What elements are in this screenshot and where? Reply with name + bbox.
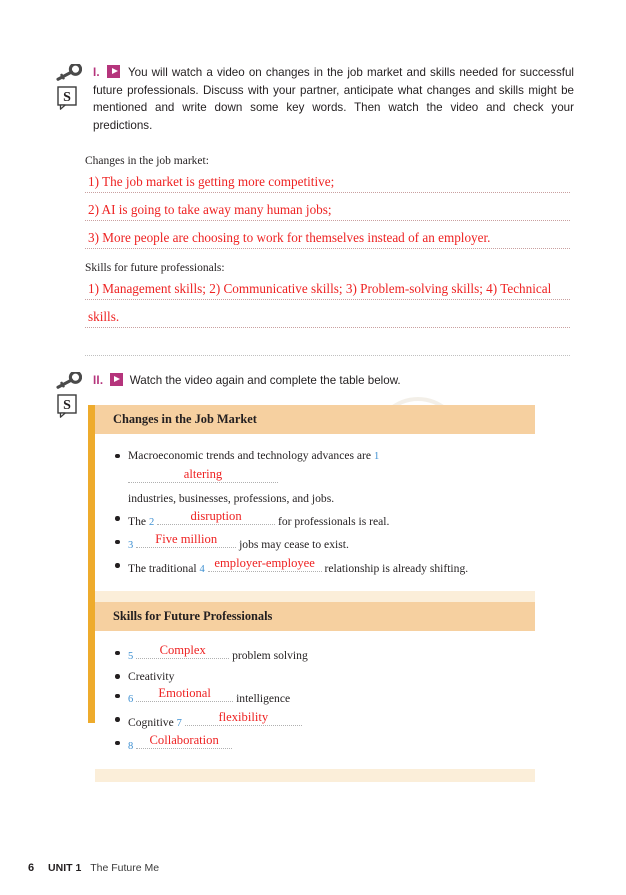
blank-answer: flexibility: [218, 709, 269, 724]
table-row: The traditional 4 employer-employee rela…: [113, 556, 521, 580]
fill-in-blank[interactable]: altering: [128, 467, 278, 483]
video-play-icon[interactable]: [109, 373, 123, 386]
row-post-text: for professionals is real.: [278, 514, 390, 528]
blank-number: 2: [148, 516, 155, 528]
blank-number: 7: [176, 717, 182, 729]
answer-text: 1) The job market is getting more compet…: [88, 174, 335, 189]
fill-in-blank[interactable]: Emotional: [136, 686, 234, 702]
section-2-icon-column: S: [56, 372, 86, 418]
section-1-instruction-block: I. You will watch a video on changes in …: [93, 64, 574, 134]
unit-label: UNIT 1: [48, 862, 82, 874]
blank-answer: Collaboration: [149, 733, 219, 747]
table-row: The 2 disruption for professionals is re…: [113, 509, 521, 533]
answer-text: skills.: [88, 309, 120, 324]
page-number: 6: [28, 862, 35, 874]
row-post-text: intelligence: [236, 692, 291, 705]
answer-row[interactable]: 1) The job market is getting more compet…: [85, 164, 570, 193]
section-1-instruction-text: You will watch a video on changes in the…: [93, 66, 574, 132]
row-pre-text: Cognitive: [128, 715, 174, 729]
fill-in-blank[interactable]: employer-employee: [207, 555, 322, 572]
blank-answer: altering: [183, 466, 223, 481]
video-play-icon[interactable]: [107, 65, 120, 78]
section-1-icon-column: S: [56, 64, 86, 110]
table-bottom-strip: [95, 768, 535, 782]
table-row: 5 Complex problem solving: [113, 643, 521, 667]
fill-in-blank[interactable]: Five million: [136, 532, 237, 548]
svg-text:S: S: [63, 90, 71, 105]
blank-answer: disruption: [190, 508, 242, 523]
table-row: Cognitive 7 flexibility: [113, 710, 521, 734]
key-icon: [56, 372, 82, 389]
row-post-text: problem solving: [232, 649, 308, 662]
answer-text: 1) Management skills; 2) Communicative s…: [88, 281, 552, 296]
table-block-body: Macroeconomic trends and technology adva…: [95, 434, 535, 591]
section-2-instruction-block: II. Watch the video again and complete t…: [93, 372, 574, 390]
fill-in-blank[interactable]: Collaboration: [136, 733, 233, 749]
blank-answer: Five million: [155, 532, 218, 546]
blank-number: 5: [128, 651, 134, 662]
blank-answer: Emotional: [158, 686, 211, 700]
blank-number: 4: [199, 563, 205, 575]
row-post-text: relationship is already shifting.: [324, 561, 469, 575]
row-post-text: jobs may cease to exist.: [239, 538, 349, 551]
section-2-instruction-text: Watch the video again and complete the t…: [129, 374, 401, 387]
answer-row[interactable]: [85, 327, 570, 356]
answer-text: 2) AI is going to take away many human j…: [88, 202, 332, 217]
fill-in-blank[interactable]: Complex: [136, 643, 230, 659]
table-block-header: Changes in the Job Market: [95, 405, 535, 434]
fill-in-blank[interactable]: disruption: [157, 508, 276, 525]
blank-answer: Complex: [159, 643, 206, 657]
table-row: 8 Collaboration: [113, 733, 521, 757]
answer-row[interactable]: 1) Management skills; 2) Communicative s…: [85, 271, 570, 300]
unit-title: The Future Me: [90, 862, 160, 874]
fill-in-blank[interactable]: flexibility: [184, 709, 302, 726]
answer-text: 3) More people are choosing to work for …: [88, 230, 491, 245]
blank-number: 1: [373, 451, 380, 462]
blank-number: 3: [128, 540, 134, 551]
row-pre-text: Creativity: [128, 669, 175, 683]
row-pre-text: The traditional: [128, 561, 197, 575]
table-gap-strip: [95, 591, 535, 602]
blank-number: 6: [128, 694, 134, 705]
answer-row[interactable]: 3) More people are choosing to work for …: [85, 220, 570, 249]
speaking-s-icon: S: [57, 394, 77, 418]
table-block-header: Skills for Future Professionals: [95, 602, 535, 631]
answer-row[interactable]: skills.: [85, 299, 570, 328]
row-tail-text: industries, businesses, professions, and…: [128, 492, 335, 505]
section-1-roman-numeral: I.: [93, 66, 100, 79]
table-accent-bar: [88, 405, 95, 723]
section-2-roman-numeral: II.: [93, 374, 104, 387]
table-block-body: 5 Complex problem solving Creativity 6 E…: [95, 631, 535, 769]
page-footer: 6 UNIT 1 The Future Me: [28, 862, 159, 874]
svg-text:S: S: [63, 398, 71, 413]
key-icon: [56, 64, 82, 81]
table-row: 3 Five million jobs may cease to exist.: [113, 532, 521, 556]
blank-number: 8: [128, 741, 134, 752]
blank-answer: employer-employee: [214, 555, 315, 570]
table-row: 6 Emotional intelligence: [113, 686, 521, 710]
table-inner: Changes in the Job Market Macroeconomic …: [95, 405, 535, 782]
row-pre-text: Macroeconomic trends and technology adva…: [128, 449, 372, 462]
table-row: Creativity: [113, 667, 521, 687]
table-row: Macroeconomic trends and technology adva…: [113, 446, 521, 509]
answer-row[interactable]: 2) AI is going to take away many human j…: [85, 192, 570, 221]
row-pre-text: The: [128, 514, 147, 528]
speaking-s-icon: S: [57, 86, 77, 110]
